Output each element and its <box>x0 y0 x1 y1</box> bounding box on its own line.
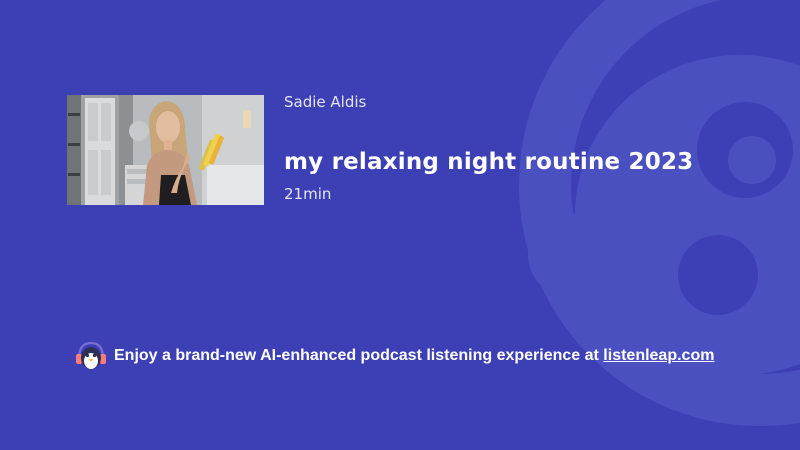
episode-title[interactable]: my relaxing night routine 2023 <box>284 149 693 175</box>
promo-banner: Enjoy a brand-new AI-enhanced podcast li… <box>75 341 714 371</box>
podcast-author: Sadie Aldis <box>284 93 367 111</box>
thumbnail-image <box>67 95 264 205</box>
episode-duration: 21min <box>284 185 332 203</box>
promo-text: Enjoy a brand-new AI-enhanced podcast li… <box>114 347 714 365</box>
promo-message: Enjoy a brand-new AI-enhanced podcast li… <box>114 347 604 364</box>
logo-watermark-icon <box>519 0 800 426</box>
penguin-headphones-icon <box>76 341 106 369</box>
episode-thumbnail[interactable] <box>67 95 264 205</box>
listenleap-link[interactable]: listenleap.com <box>603 347 714 364</box>
